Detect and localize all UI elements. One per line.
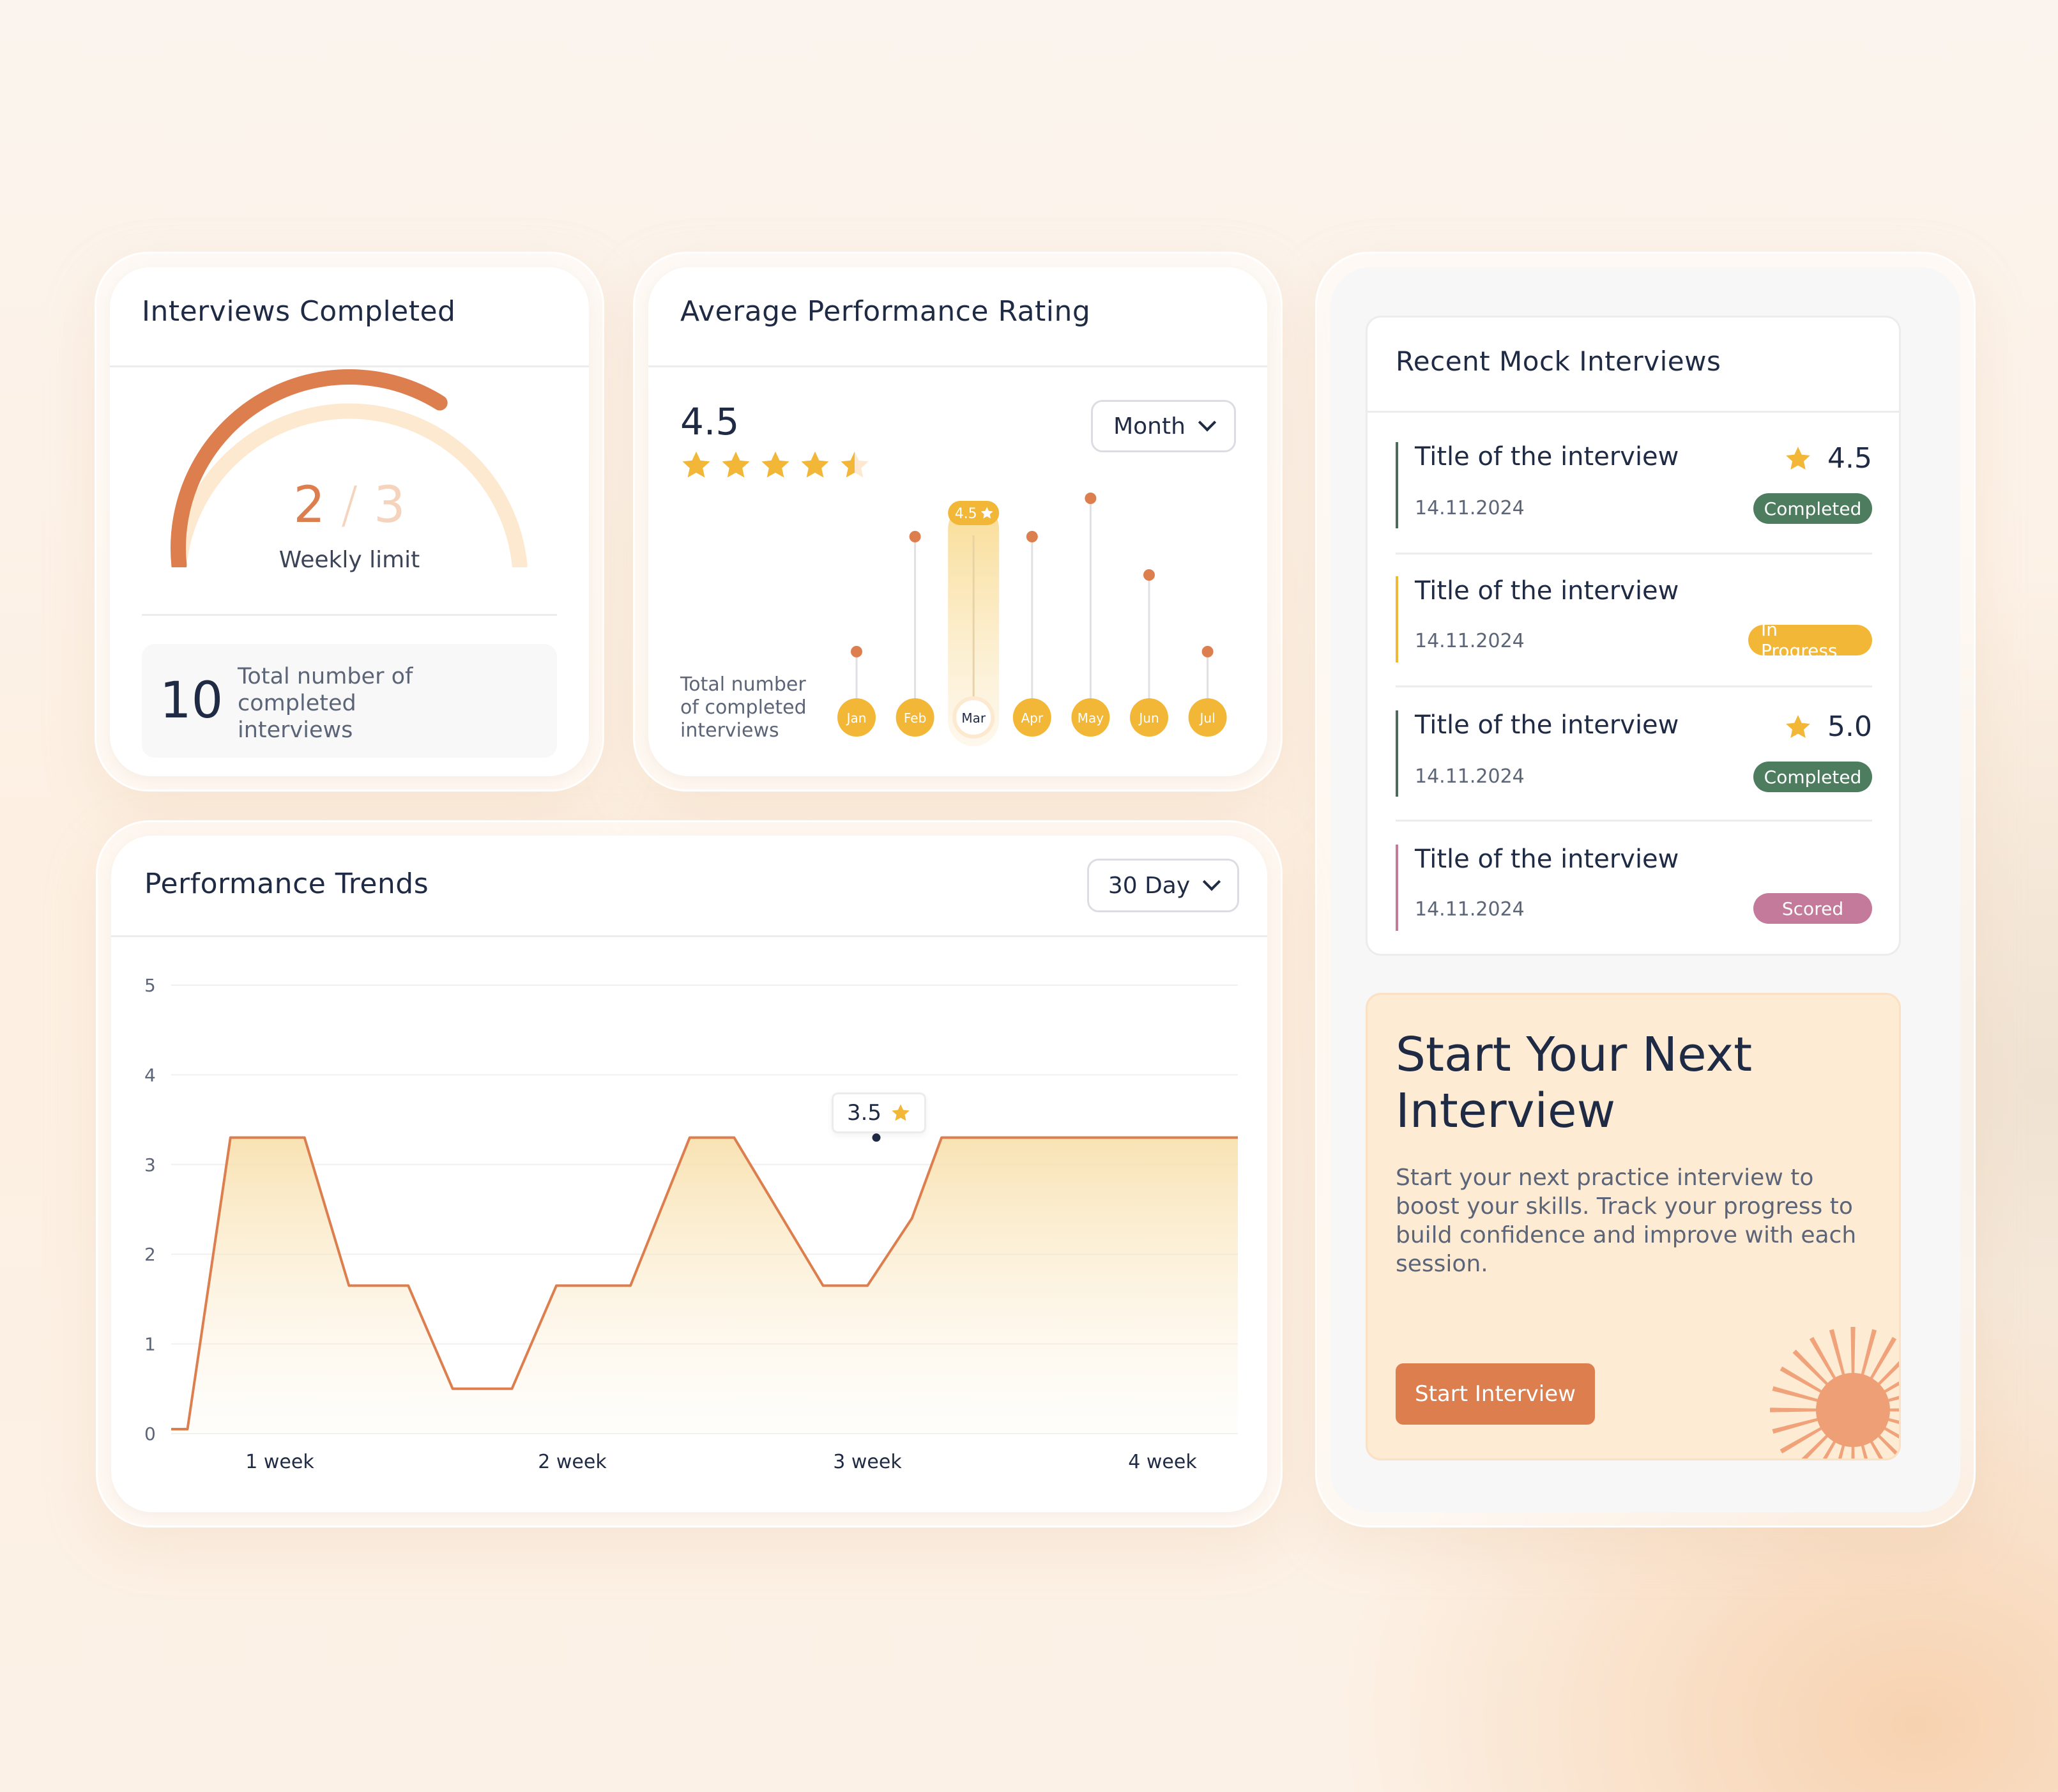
- x-tick-label: 3 week: [833, 1451, 902, 1473]
- interview-rating: 4.5: [1784, 442, 1872, 475]
- interview-list-item[interactable]: Title of the interview 14.11.2024 Scored: [1396, 845, 1872, 931]
- status-badge: In Progress: [1748, 619, 1872, 661]
- interview-title: Title of the interview: [1415, 845, 1679, 874]
- trend-area: [171, 1137, 1238, 1434]
- rating-point: [1143, 569, 1155, 581]
- sunburst-core: [1816, 1373, 1890, 1447]
- tooltip-value: 3.5: [846, 1100, 882, 1126]
- completed-count: 2: [293, 477, 326, 534]
- card-title: Recent Mock Interviews: [1396, 346, 1721, 377]
- interview-date: 14.11.2024: [1415, 630, 1525, 652]
- y-tick-label: 1: [144, 1334, 156, 1355]
- month-label: May: [1078, 710, 1104, 726]
- y-tick-label: 3: [144, 1154, 156, 1176]
- month-label: Feb: [904, 710, 926, 726]
- selected-rating-label: 4.5: [955, 506, 977, 522]
- status-badge: Scored: [1753, 893, 1872, 924]
- monthly-rating-chart: Jan Feb 4.5 Mar Apr May Jun Jul: [837, 493, 1227, 746]
- trend-tooltip: 3.5: [832, 1092, 926, 1133]
- interview-date: 14.11.2024: [1415, 898, 1525, 921]
- rating-point: [909, 531, 921, 542]
- rating-value: 5.0: [1827, 710, 1872, 743]
- start-interview-card: Start Your Next Interview Start your nex…: [1366, 993, 1901, 1460]
- recent-interviews-card: Recent Mock Interviews Title of the inte…: [1366, 316, 1901, 956]
- card-title: Interviews Completed: [142, 295, 456, 328]
- x-tick-label: 4 week: [1128, 1451, 1197, 1473]
- total-completed-label: Total number of completed interviews: [238, 664, 413, 743]
- month-label: Jan: [846, 710, 867, 726]
- rating-point: [1085, 493, 1097, 504]
- interview-title: Title of the interview: [1415, 576, 1679, 606]
- weekly-limit-gauge: [171, 369, 528, 567]
- gauge-value: 2 / 3: [110, 477, 589, 534]
- status-badge: Completed: [1753, 762, 1872, 792]
- star-icon: [1786, 714, 1810, 738]
- divider: [1368, 411, 1899, 413]
- y-tick-label: 2: [144, 1244, 156, 1265]
- interview-date: 14.11.2024: [1415, 765, 1525, 788]
- rating-point: [851, 646, 862, 657]
- interview-list-item[interactable]: Title of the interview 14.11.2024 4.5 Co…: [1396, 442, 1872, 528]
- sunburst-decoration-icon: [1770, 1327, 1899, 1459]
- divider: [1396, 820, 1872, 822]
- interview-list-item[interactable]: Title of the interview 14.11.2024 5.0 Co…: [1396, 710, 1872, 797]
- interview-title: Title of the interview: [1415, 442, 1679, 471]
- average-rating-card: Average Performance Rating 4.5 Month Tot…: [648, 267, 1267, 776]
- total-completed-box: 10 Total number of completed interviews: [142, 644, 557, 758]
- interview-title: Title of the interview: [1415, 710, 1679, 740]
- status-accent-bar: [1396, 845, 1398, 931]
- status-accent-bar: [1396, 576, 1398, 662]
- star-icon: [892, 1104, 910, 1121]
- interview-list-item[interactable]: Title of the interview 14.11.2024 In Pro…: [1396, 576, 1872, 662]
- status-accent-bar: [1396, 442, 1398, 528]
- performance-trend-chart: 5 4 3 2 1 0 1 week 2 week 3 week 4 week: [144, 975, 1238, 1473]
- rating-value: 4.5: [1827, 442, 1872, 475]
- y-tick-label: 5: [144, 975, 156, 996]
- interviews-completed-card: Interviews Completed 2 / 3 Weekly limit …: [110, 267, 589, 776]
- y-tick-label: 0: [144, 1423, 156, 1444]
- interview-rating: 5.0: [1784, 710, 1872, 743]
- status-accent-bar: [1396, 710, 1398, 797]
- performance-trends-card: Performance Trends 30 Day 5432101 week 2 …: [111, 836, 1267, 1512]
- cta-description: Start your next practice interview to bo…: [1396, 1165, 1857, 1277]
- divider: [142, 614, 557, 616]
- trend-highlight-point[interactable]: [870, 1131, 883, 1144]
- rating-point: [1201, 646, 1214, 657]
- divider: [1396, 553, 1872, 555]
- month-label: Jun: [1138, 710, 1159, 726]
- star-icon: [1786, 446, 1810, 470]
- month-label: Jul: [1199, 710, 1216, 726]
- month-label: Apr: [1021, 710, 1043, 726]
- rating-point: [1026, 531, 1038, 542]
- interview-date: 14.11.2024: [1415, 497, 1525, 519]
- status-badge: Completed: [1753, 493, 1872, 524]
- total-completed-value: 10: [160, 672, 224, 730]
- divider: [1396, 685, 1872, 687]
- weekly-limit-label: Weekly limit: [278, 547, 420, 573]
- cta-title: Start Your Next Interview: [1396, 1027, 1753, 1138]
- weekly-limit-count: 3: [373, 477, 406, 534]
- x-tick-label: 2 week: [538, 1451, 607, 1473]
- gauge-separator: /: [340, 477, 358, 534]
- month-label: Mar: [961, 710, 986, 726]
- start-interview-button[interactable]: Start Interview: [1396, 1363, 1595, 1425]
- y-tick-label: 4: [144, 1064, 156, 1085]
- x-tick-label: 1 week: [245, 1451, 314, 1473]
